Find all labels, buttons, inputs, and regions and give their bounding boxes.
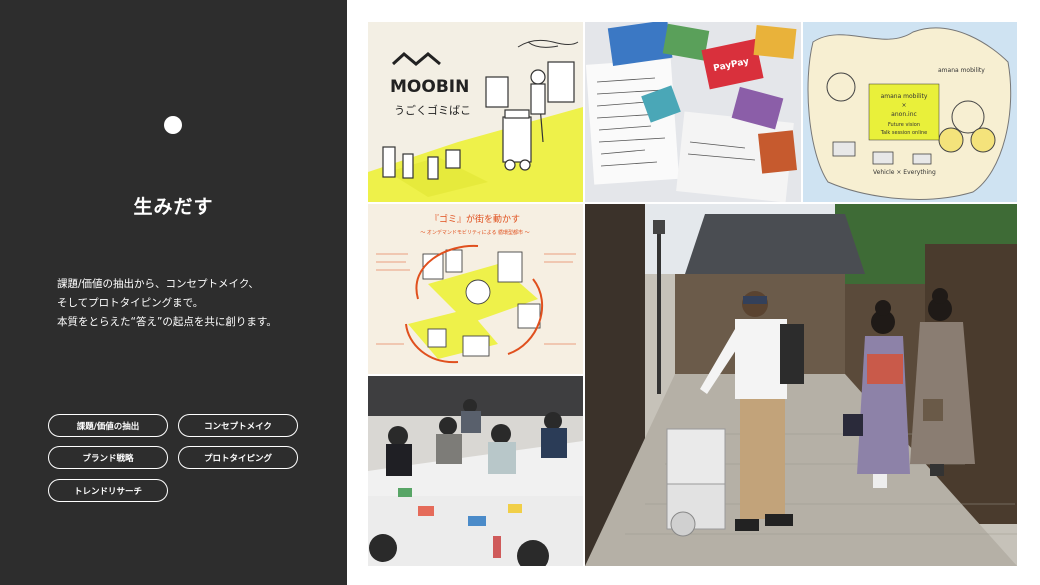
image-talk-session-map: amana mobility × anon.inc Future vision … xyxy=(803,22,1017,202)
map-label-top: amana mobility xyxy=(938,67,985,74)
image-brainstorm-notes: PayPay xyxy=(585,22,801,202)
tag-value-extraction[interactable]: 課題/価値の抽出 xyxy=(48,414,168,437)
tag-concept-making[interactable]: コンセプトメイク xyxy=(178,414,298,437)
description-line: そしてプロトタイピングまで。 xyxy=(57,297,204,309)
talk-line: anon.inc xyxy=(891,111,917,118)
image-kyoto-street-photo xyxy=(585,204,1017,566)
left-panel: 生みだす 課題/価値の抽出から、コンセプトメイク、 そしてプロトタイピングまで。… xyxy=(0,0,347,585)
image-moobin-illustration: MOOBIN うごくゴミばこ xyxy=(368,22,583,202)
talk-session-map-svg: amana mobility × anon.inc Future vision … xyxy=(803,22,1017,202)
tag-brand-strategy[interactable]: ブランド戦略 xyxy=(48,446,168,469)
moobin-illustration-svg: MOOBIN うごくゴミばこ xyxy=(368,22,583,202)
robot-trash-bin xyxy=(666,428,726,537)
description-line: 課題/価値の抽出から、コンセプトメイク、 xyxy=(57,278,259,290)
talk-line: × xyxy=(901,102,906,109)
circular-city-poster-svg: 『ゴミ』が街を動かす 〜 オンデマンドモビリティによる 循環型都市 〜 xyxy=(368,204,583,374)
image-workshop-photo xyxy=(368,376,583,566)
workshop-photo-svg xyxy=(368,376,583,566)
talk-line: Talk session online xyxy=(880,130,928,136)
image-circular-city-poster: 『ゴミ』が街を動かす 〜 オンデマンドモビリティによる 循環型都市 〜 xyxy=(368,204,583,374)
brainstorm-notes-svg: PayPay xyxy=(585,22,801,202)
dot-marker xyxy=(164,116,182,134)
tag-trend-research[interactable]: トレンドリサーチ xyxy=(48,479,168,502)
section-description: 課題/価値の抽出から、コンセプトメイク、 そしてプロトタイピングまで。 本質をと… xyxy=(57,275,327,332)
tag-prototyping[interactable]: プロトタイピング xyxy=(178,446,298,469)
map-label-bottom: Vehicle × Everything xyxy=(873,169,936,176)
poster-title-text: 『ゴミ』が街を動かす xyxy=(430,213,520,225)
section-heading: 生みだす xyxy=(133,196,214,218)
talk-line: amana mobility xyxy=(881,93,928,100)
moobin-subtitle-text: うごくゴミばこ xyxy=(394,103,471,117)
description-line: 本質をとらえた“答え”の起点を共に創ります。 xyxy=(57,316,277,328)
talk-line: Future vision xyxy=(888,122,920,128)
kyoto-street-photo-svg xyxy=(585,204,1017,566)
moobin-logo-text: MOOBIN xyxy=(390,77,469,97)
poster-subtitle-text: 〜 オンデマンドモビリティによる 循環型都市 〜 xyxy=(420,229,529,236)
